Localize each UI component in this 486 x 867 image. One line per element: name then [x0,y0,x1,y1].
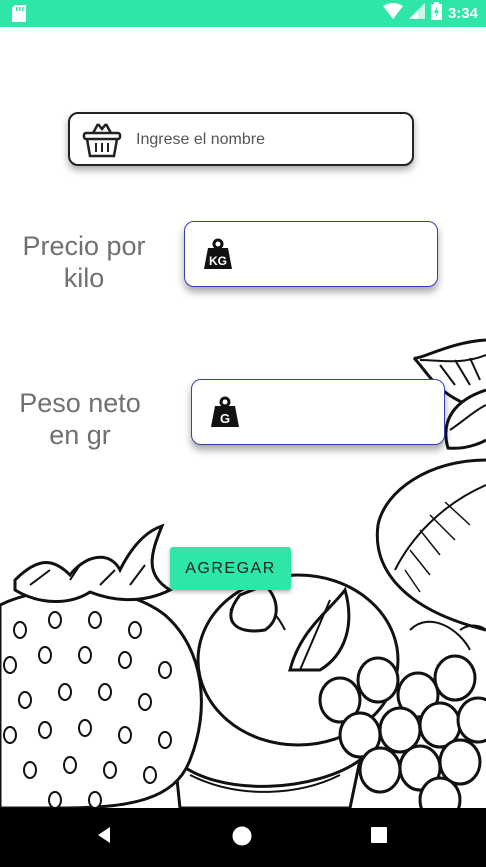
price-per-kilo-label: Precio por kilo [22,231,146,293]
signal-icon [408,3,425,24]
kg-weight-icon: KG [202,238,234,275]
name-field[interactable] [68,112,414,166]
net-weight-input[interactable] [256,394,430,430]
status-time: 3:34 [447,5,478,22]
status-bar: 3:34 [0,0,486,27]
price-per-kilo-field[interactable]: KG [184,221,438,287]
navigation-bar [0,808,486,867]
sd-card-icon [12,5,26,27]
recents-icon[interactable] [369,825,389,850]
add-button[interactable]: AGREGAR [170,547,291,590]
g-weight-icon: G [209,396,241,433]
basket-icon [82,121,122,164]
battery-icon [430,2,442,25]
net-weight-field[interactable]: G [191,379,445,445]
home-icon[interactable] [231,825,253,852]
svg-text:KG: KG [209,254,227,268]
net-weight-label: Peso neto en gr [19,388,141,450]
wifi-icon [382,3,403,24]
back-icon[interactable] [94,825,114,850]
name-input[interactable] [134,124,408,156]
price-per-kilo-input[interactable] [249,236,423,272]
svg-text:G: G [220,411,230,426]
